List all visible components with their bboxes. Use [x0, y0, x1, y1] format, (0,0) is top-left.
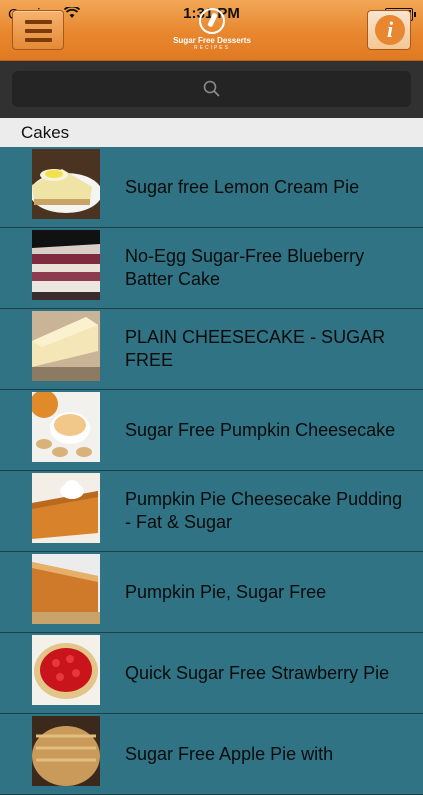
recipe-thumbnail: [32, 230, 100, 300]
recipe-thumbnail: [32, 554, 100, 624]
hamburger-icon: [25, 20, 52, 24]
list-item[interactable]: Quick Sugar Free Strawberry Pie: [0, 633, 423, 714]
menu-button[interactable]: [12, 10, 64, 50]
hamburger-icon-bar: [25, 38, 52, 42]
app-logo: Sugar Free Desserts RECIPES: [150, 8, 274, 58]
recipe-title: Pumpkin Pie Cheesecake Pudding - Fat & S…: [125, 489, 403, 532]
recipe-thumbnail: [32, 473, 100, 543]
search-input[interactable]: [12, 71, 411, 107]
recipe-thumbnail: [32, 149, 100, 219]
recipe-thumbnail: [32, 311, 100, 381]
list-item[interactable]: Pumpkin Pie Cheesecake Pudding - Fat & S…: [0, 471, 423, 552]
list-item[interactable]: Sugar Free Apple Pie with: [0, 714, 423, 795]
list-item[interactable]: Sugar free Lemon Cream Pie: [0, 147, 423, 228]
recipe-title: Quick Sugar Free Strawberry Pie: [125, 662, 390, 683]
app-title: Sugar Free Desserts: [173, 36, 251, 45]
search-bar: [0, 61, 423, 118]
recipe-title: Sugar Free Pumpkin Cheesecake: [125, 419, 396, 440]
list-item[interactable]: Pumpkin Pie, Sugar Free: [0, 552, 423, 633]
list-item[interactable]: PLAIN CHEESECAKE - SUGAR FREE: [0, 309, 423, 390]
info-button[interactable]: i: [367, 10, 411, 50]
recipe-title: PLAIN CHEESECAKE - SUGAR FREE: [125, 327, 386, 370]
recipe-thumbnail: [32, 716, 100, 786]
recipe-list: Sugar free Lemon Cream Pie No-Egg Sugar-…: [0, 147, 423, 795]
recipe-thumbnail: [32, 635, 100, 705]
recipe-thumbnail: [32, 392, 100, 462]
hamburger-icon-bar: [25, 29, 52, 33]
navigation-bar: Carrier 1:31 PM Sugar Free Desserts RECI…: [0, 0, 423, 61]
search-icon: [203, 80, 221, 103]
recipe-title: No-Egg Sugar-Free Blueberry Batter Cake: [125, 246, 365, 289]
app-subtitle: RECIPES: [194, 45, 230, 51]
spoon-logo-icon: [199, 8, 225, 34]
section-header-cakes: Cakes: [0, 118, 423, 147]
recipe-title: Sugar free Lemon Cream Pie: [125, 176, 360, 197]
list-item[interactable]: No-Egg Sugar-Free Blueberry Batter Cake: [0, 228, 423, 309]
list-item[interactable]: Sugar Free Pumpkin Cheesecake: [0, 390, 423, 471]
recipe-title: Pumpkin Pie, Sugar Free: [125, 581, 327, 602]
recipe-title: Sugar Free Apple Pie with: [125, 743, 334, 764]
info-icon: i: [375, 15, 405, 45]
